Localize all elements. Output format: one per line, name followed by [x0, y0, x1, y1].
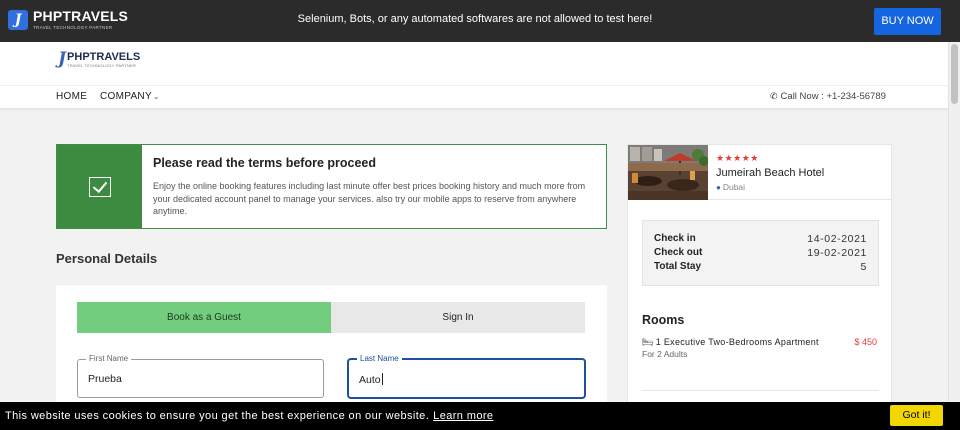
top-bar: J PHPTRAVELS TRAVEL TECHNOLOGY PARTNER S… [0, 0, 960, 42]
buy-now-button[interactable]: BUY NOW [874, 8, 941, 35]
header-logo-title: PHPTRAVELS [67, 51, 141, 63]
logo-subtitle: TRAVEL TECHNOLOGY PARTNER [33, 25, 113, 30]
checkin-value: 14-02-2021 [807, 233, 867, 245]
main-nav: HOME COMPANY⌄ ✆ Call Now : +1-234-56789 [0, 86, 948, 109]
checkout-value: 19-02-2021 [807, 247, 867, 259]
booking-summary: Check in 14-02-2021 Check out 19-02-2021… [627, 200, 892, 404]
last-name-field[interactable]: Last Name Auto [348, 354, 585, 398]
header-logo-icon: J [58, 49, 67, 69]
automation-notice: Selenium, Bots, or any automated softwar… [297, 13, 653, 25]
cookie-banner: This website uses cookies to ensure you … [0, 402, 960, 430]
room-description: 1 Executive Two-Bedrooms Apartment [655, 337, 819, 347]
call-now-text: Call Now : +1-234-56789 [780, 91, 886, 102]
checkbox-icon [88, 176, 111, 197]
tab-book-as-guest[interactable]: Book as a Guest [77, 302, 331, 333]
room-adults: For 2 Adults [642, 349, 688, 359]
nav-home[interactable]: HOME [56, 91, 87, 102]
room-price: $ 450 [854, 337, 877, 347]
header-logo-subtitle: TRAVEL TECHNOLOGY PARTNER [67, 63, 136, 68]
last-name-value: Auto [359, 374, 381, 386]
last-name-label: Last Name [357, 354, 402, 363]
cookie-accept-button[interactable]: Got it! [890, 405, 943, 426]
phone-icon: ✆ [770, 91, 778, 101]
hotel-image [628, 145, 708, 200]
nav-company-label: COMPANY [100, 91, 152, 102]
hotel-star-rating: ★★★★★ [716, 153, 759, 163]
rooms-title: Rooms [642, 313, 685, 327]
hotel-name[interactable]: Jumeirah Beach Hotel [716, 167, 824, 179]
first-name-label: First Name [86, 354, 132, 363]
text-caret [381, 373, 383, 385]
logo-icon: J [8, 10, 28, 30]
cookie-text: This website uses cookies to ensure you … [5, 410, 430, 422]
last-name-value-wrap: Auto [359, 373, 383, 386]
header-logo[interactable]: J PHPTRAVELS TRAVEL TECHNOLOGY PARTNER [58, 49, 141, 69]
total-stay-label: Total Stay [654, 261, 702, 272]
room-item: 🛏 1 Executive Two-Bedrooms Apartment [642, 337, 819, 348]
first-name-field[interactable]: First Name Prueba [77, 354, 324, 398]
summary-divider [642, 390, 879, 391]
terms-title: Please read the terms before proceed [153, 156, 377, 170]
cookie-message: This website uses cookies to ensure you … [5, 410, 493, 422]
logo-title: PHPTRAVELS [33, 8, 129, 24]
page-scrollbar[interactable] [948, 42, 960, 404]
stay-dates-box: Check in 14-02-2021 Check out 19-02-2021… [642, 220, 879, 286]
chevron-down-icon: ⌄ [152, 92, 160, 101]
terms-icon-box [57, 145, 142, 228]
terms-notice: Please read the terms before proceed Enj… [56, 144, 607, 229]
location-pin-icon: ● [716, 183, 721, 192]
first-name-value: Prueba [88, 373, 122, 385]
brand-logo[interactable]: J PHPTRAVELS TRAVEL TECHNOLOGY PARTNER [8, 8, 129, 30]
tab-sign-in[interactable]: Sign In [331, 302, 585, 333]
hotel-card: ★★★★★ Jumeirah Beach Hotel ● Dubai [627, 144, 892, 200]
terms-body: Enjoy the online booking features includ… [153, 181, 586, 216]
hotel-location-text: Dubai [722, 182, 746, 192]
scrollbar-thumb[interactable] [951, 44, 958, 104]
checkout-label: Check out [654, 247, 703, 258]
call-now[interactable]: ✆ Call Now : +1-234-56789 [770, 91, 886, 102]
cookie-learn-more-link[interactable]: Learn more [433, 410, 493, 422]
nav-company[interactable]: COMPANY⌄ [100, 91, 160, 102]
personal-details-title: Personal Details [56, 251, 158, 266]
hotel-location: ● Dubai [716, 182, 745, 192]
bed-icon: 🛏 [642, 337, 654, 347]
site-header: J PHPTRAVELS TRAVEL TECHNOLOGY PARTNER [0, 42, 948, 86]
checkin-label: Check in [654, 233, 696, 244]
total-stay-value: 5 [860, 261, 867, 273]
